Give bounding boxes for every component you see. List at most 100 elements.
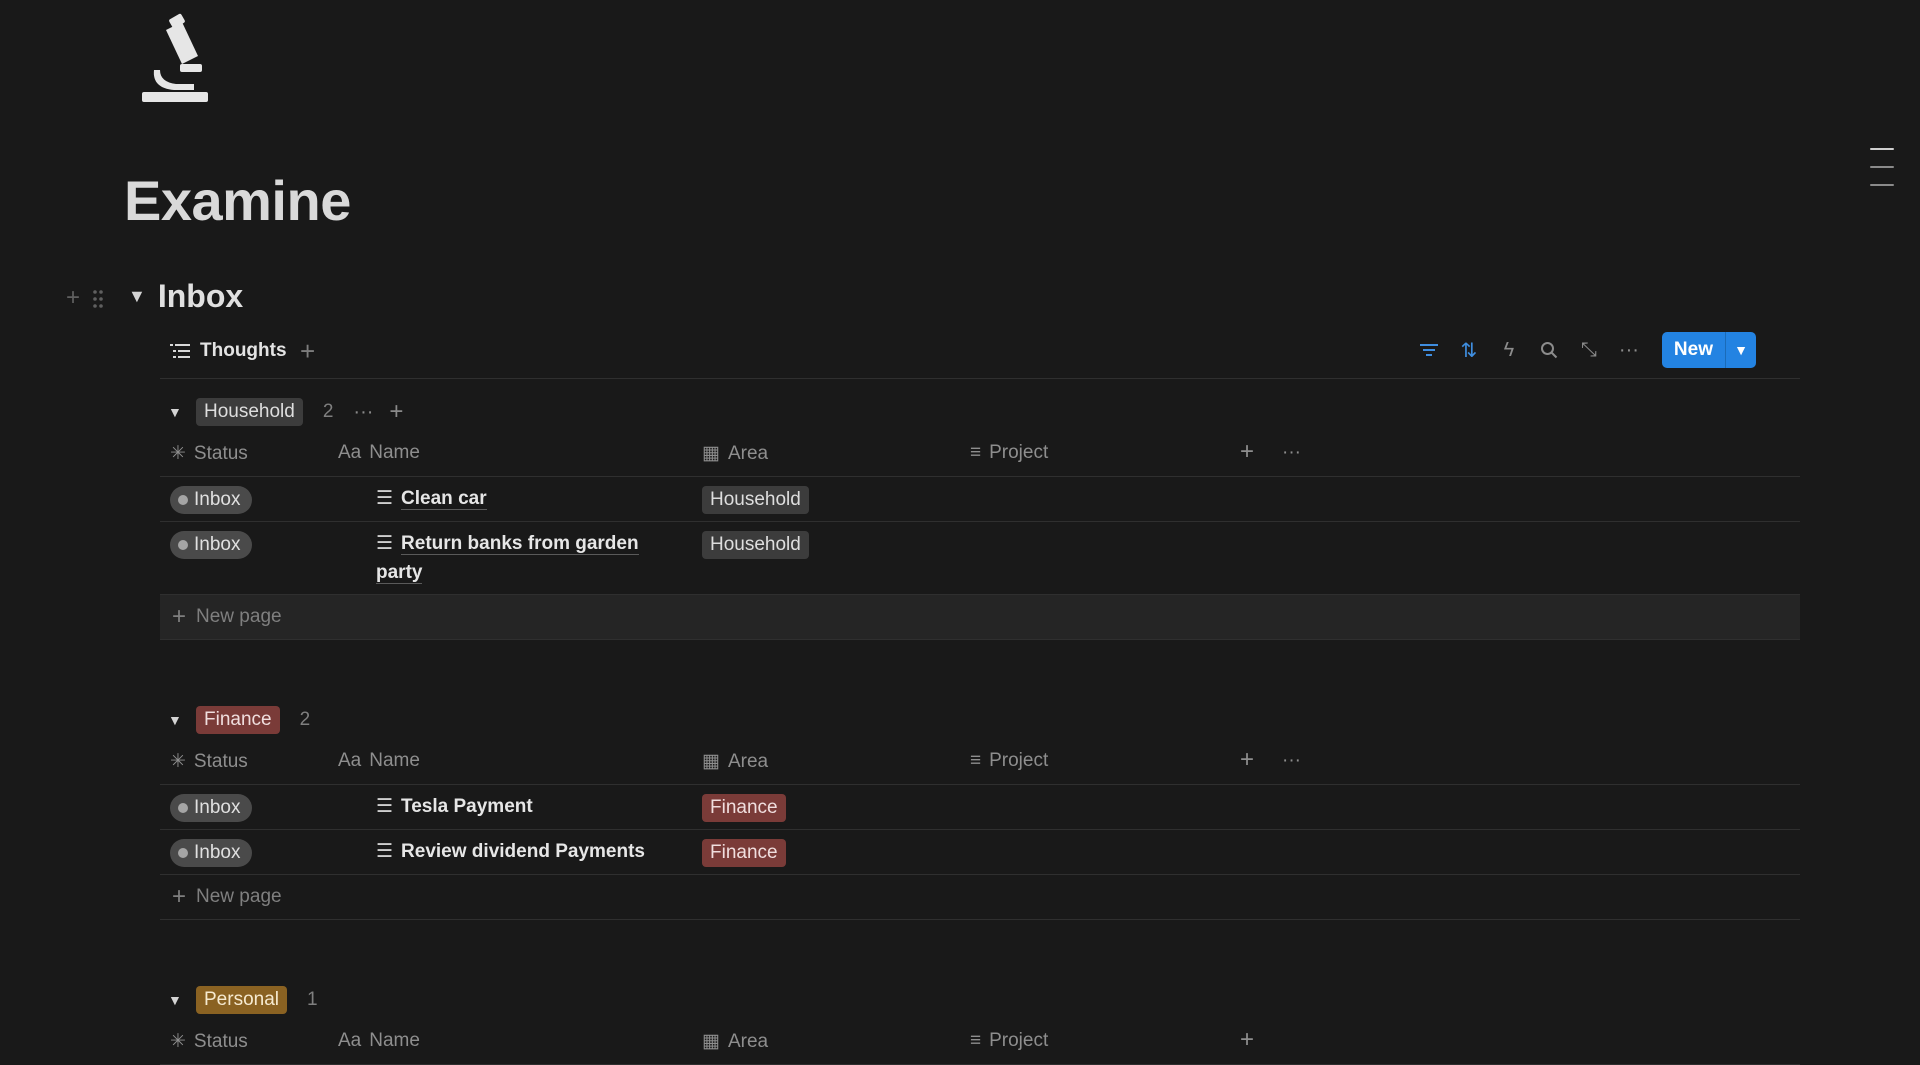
list-view-icon: [170, 340, 190, 362]
status-dot-icon: [178, 540, 188, 550]
page-list-icon: ☰: [376, 533, 394, 555]
text-type-icon: Aa: [338, 442, 362, 463]
plus-icon: +: [172, 883, 187, 910]
area-cell[interactable]: Finance: [702, 839, 786, 867]
new-page-label: New page: [196, 886, 282, 907]
area-tag: Finance: [702, 794, 786, 822]
page-list-icon: ☰: [376, 488, 394, 510]
status-label: Inbox: [194, 842, 241, 863]
relation-icon: ≡: [970, 442, 982, 463]
name-cell[interactable]: ☰ Clean car: [376, 484, 666, 513]
status-icon: ✳: [170, 443, 186, 464]
column-label: Area: [727, 442, 769, 464]
text-type-icon: Aa: [338, 1030, 362, 1051]
expand-icon[interactable]: ⤡: [1576, 337, 1602, 363]
column-name[interactable]: Aa Name: [338, 1030, 420, 1052]
table-row[interactable]: Inbox ☰ Return banks from garden party Ho…: [160, 522, 1800, 595]
section-header: ▼ Inbox: [128, 278, 243, 315]
group-tag[interactable]: Household: [196, 398, 303, 426]
group-count: 2: [299, 709, 311, 730]
column-name[interactable]: Aa Name: [338, 750, 420, 772]
group-count: 2: [322, 401, 334, 422]
row-title[interactable]: Clean car: [401, 488, 487, 510]
column-project[interactable]: ≡ Project: [970, 1030, 1048, 1052]
filter-icon[interactable]: [1416, 337, 1442, 363]
plus-icon: +: [172, 603, 187, 630]
area-cell[interactable]: Household: [702, 531, 809, 559]
group-finance: ▼ Finance 2 ✳ Status Aa Name ▦ Area ≡ Projec…: [160, 700, 1800, 920]
area-tag: Household: [702, 531, 809, 559]
status-badge[interactable]: Inbox: [170, 486, 253, 514]
column-label: Status: [193, 442, 248, 464]
drag-handle-icon[interactable]: [92, 284, 104, 312]
microscope-icon[interactable]: [136, 12, 216, 104]
table-row[interactable]: Inbox ☰ Clean car Household: [160, 477, 1800, 522]
area-cell[interactable]: Finance: [702, 794, 786, 822]
new-page-button[interactable]: + New page: [160, 595, 1800, 640]
table-row[interactable]: Inbox ☰ Review dividend Payments Finance: [160, 830, 1800, 875]
group-household: ▼ Household 2 ··· + ✳ Status Aa Name ▦ Area…: [160, 392, 1800, 640]
page-list-icon: ☰: [376, 796, 394, 818]
column-project[interactable]: ≡ Project: [970, 442, 1048, 464]
group-tag[interactable]: Personal: [196, 986, 287, 1014]
new-page-label: New page: [196, 606, 282, 627]
group-header: ▼ Household 2 ··· +: [160, 392, 1800, 432]
sort-icon[interactable]: ⇅: [1456, 337, 1482, 363]
area-tag: Household: [702, 486, 809, 514]
tab-label: Thoughts: [200, 340, 287, 361]
new-page-button[interactable]: + New page: [160, 875, 1800, 920]
row-title[interactable]: Tesla Payment: [401, 796, 533, 817]
column-label: Area: [727, 750, 769, 772]
add-icon[interactable]: +: [389, 398, 403, 426]
column-area[interactable]: ▦ Area: [702, 750, 768, 773]
collapse-toggle-icon[interactable]: ▼: [128, 286, 146, 307]
column-status[interactable]: ✳ Status: [170, 750, 248, 773]
relation-icon: ≡: [970, 1030, 982, 1051]
add-view-icon[interactable]: +: [300, 336, 315, 367]
column-label: Name: [369, 750, 420, 771]
table-row[interactable]: Inbox ☰ Tesla Payment Finance: [160, 785, 1800, 830]
collapse-toggle-icon[interactable]: ▼: [168, 992, 184, 1008]
chevron-down-icon[interactable]: ▼: [1725, 332, 1756, 368]
group-header: ▼ Finance 2: [160, 700, 1800, 740]
area-tag: Finance: [702, 839, 786, 867]
row-title[interactable]: Review dividend Payments: [401, 841, 645, 862]
automation-bolt-icon[interactable]: ϟ: [1496, 337, 1522, 363]
name-cell[interactable]: ☰ Tesla Payment: [376, 792, 666, 821]
row-title[interactable]: Return banks from garden party: [376, 533, 639, 585]
group-header: ▼ Personal 1: [160, 980, 1800, 1020]
add-block-icon[interactable]: +: [66, 284, 80, 312]
tab-thoughts[interactable]: Thoughts: [170, 340, 287, 362]
collapse-toggle-icon[interactable]: ▼: [168, 404, 184, 420]
column-area[interactable]: ▦ Area: [702, 442, 768, 465]
add-property-icon[interactable]: +: [1240, 746, 1254, 774]
more-options-icon[interactable]: ···: [1616, 337, 1642, 363]
page-title[interactable]: Examine: [124, 168, 351, 233]
new-button-label[interactable]: New: [1662, 332, 1725, 368]
search-icon[interactable]: [1536, 337, 1562, 363]
name-cell[interactable]: ☰ Return banks from garden party: [376, 529, 666, 587]
column-headers: ✳ Status Aa Name ▦ Area ≡ Project + ···: [160, 432, 1800, 477]
column-headers: ✳ Status Aa Name ▦ Area ≡ Project +: [160, 1020, 1800, 1065]
area-cell[interactable]: Household: [702, 486, 809, 514]
more-options-icon[interactable]: ···: [1282, 750, 1301, 772]
collapse-toggle-icon[interactable]: ▼: [168, 712, 184, 728]
column-label: Project: [989, 442, 1049, 463]
more-options-icon[interactable]: ···: [1282, 442, 1301, 464]
name-cell[interactable]: ☰ Review dividend Payments: [376, 837, 666, 866]
text-type-icon: Aa: [338, 750, 362, 771]
column-project[interactable]: ≡ Project: [970, 750, 1048, 772]
more-options-icon[interactable]: ···: [353, 401, 373, 424]
column-status[interactable]: ✳ Status: [170, 442, 248, 465]
table-of-contents-icon[interactable]: [1870, 148, 1894, 202]
status-badge[interactable]: Inbox: [170, 839, 253, 867]
status-badge[interactable]: Inbox: [170, 531, 253, 559]
group-tag[interactable]: Finance: [196, 706, 280, 734]
new-button[interactable]: New ▼: [1661, 332, 1756, 368]
column-name[interactable]: Aa Name: [338, 442, 420, 464]
add-property-icon[interactable]: +: [1240, 1026, 1254, 1054]
page-list-icon: ☰: [376, 841, 394, 863]
add-property-icon[interactable]: +: [1240, 438, 1254, 466]
status-badge[interactable]: Inbox: [170, 794, 253, 822]
section-title[interactable]: Inbox: [158, 278, 243, 315]
